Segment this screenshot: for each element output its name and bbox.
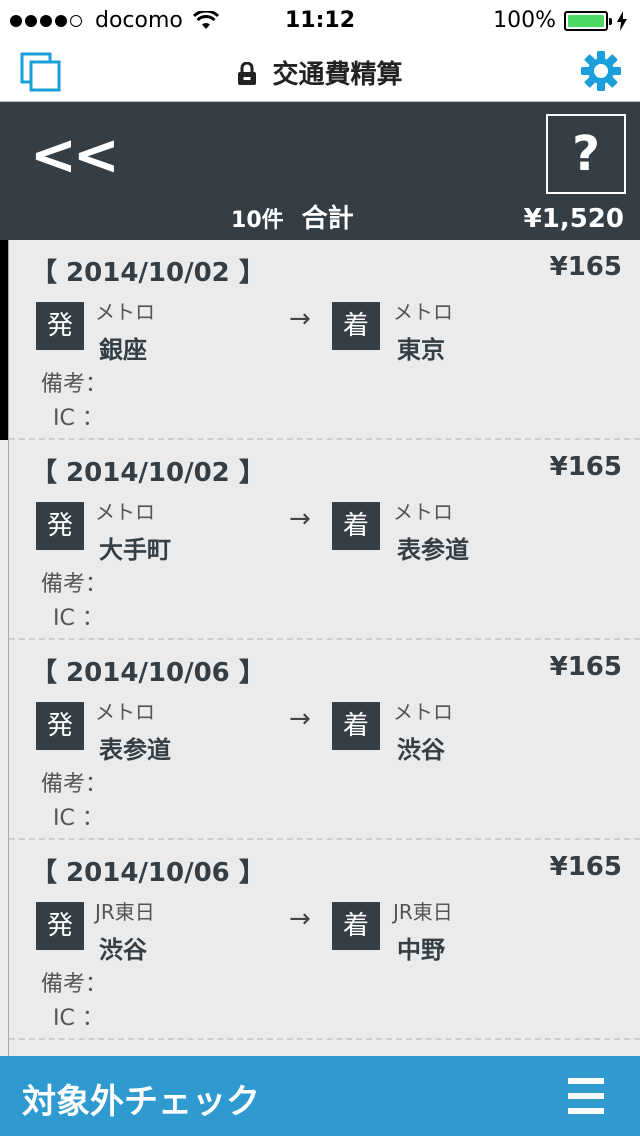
arrival-line: メトロ [393,300,453,324]
lock-icon [238,61,257,85]
departure-station: 大手町 [99,536,171,564]
ic-label: IC ： [53,1006,104,1031]
list-item[interactable]: 【 2014/10/02 】 ¥165 発 メトロ 銀座 → 着 メトロ 東京 … [9,240,640,440]
entry-date: 【 2014/10/06 】 [31,858,265,888]
entry-price: ¥165 [549,652,622,682]
departure-station: 渋谷 [99,936,147,964]
arrival-badge: 着 [332,302,380,350]
arrival-line: JR東日 [393,900,453,924]
arrow-icon: → [289,904,311,934]
departure-line: JR東日 [95,900,155,924]
memo-label: 備考： [41,572,108,597]
departure-station: 表参道 [99,736,171,764]
arrow-icon: → [289,304,311,334]
arrival-line: メトロ [393,500,453,524]
arrow-icon: → [289,704,311,734]
total-amount: ¥1,520 [523,204,624,234]
expense-list[interactable]: 【 2014/10/02 】 ¥165 発 メトロ 銀座 → 着 メトロ 東京 … [8,240,640,1056]
departure-badge: 発 [36,502,84,550]
entry-price: ¥165 [549,452,622,482]
ic-label: IC ： [53,806,104,831]
departure-station: 銀座 [99,336,147,364]
list-item[interactable]: 【 2014/10/06 】 ¥165 発 JR東日 渋谷 → 着 JR東日 中… [9,840,640,1040]
battery-info: 100% [493,8,628,33]
summary-header: << ? 10件 合計 ¥1,520 [0,102,640,240]
departure-badge: 発 [36,302,84,350]
entry-price: ¥165 [549,852,622,882]
entry-count: 10件 [231,208,284,233]
nav-bar: 交通費精算 [0,40,640,102]
ic-label: IC ： [53,606,104,631]
entry-date: 【 2014/10/02 】 [31,458,265,488]
page-title: 交通費精算 [0,54,640,91]
menu-icon[interactable] [568,1078,604,1114]
departure-line: メトロ [95,500,155,524]
departure-badge: 発 [36,702,84,750]
selected-row-marker [0,240,8,440]
help-button[interactable]: ? [546,114,626,194]
departure-badge: 発 [36,902,84,950]
arrival-badge: 着 [332,902,380,950]
entry-price: ¥165 [549,252,622,282]
arrival-badge: 着 [332,702,380,750]
departure-line: メトロ [95,700,155,724]
arrival-line: メトロ [393,700,453,724]
arrival-station: 渋谷 [397,736,445,764]
ic-label: IC ： [53,406,104,431]
charging-icon [617,10,627,31]
back-button[interactable]: << [30,128,120,184]
exclusion-check-bar[interactable]: 対象外チェック [0,1056,640,1136]
departure-line: メトロ [95,300,155,324]
battery-icon [564,10,612,31]
arrow-icon: → [289,504,311,534]
arrival-station: 表参道 [397,536,469,564]
exclusion-check-label: 対象外チェック [22,1082,260,1122]
memo-label: 備考： [41,972,108,997]
arrival-station: 東京 [397,336,445,364]
arrival-station: 中野 [397,936,445,964]
gear-icon[interactable] [580,50,622,92]
memo-label: 備考： [41,372,108,397]
list-item[interactable]: 【 2014/10/06 】 ¥165 発 メトロ 表参道 → 着 メトロ 渋谷… [9,640,640,840]
list-item[interactable]: 【 2014/10/02 】 ¥165 発 メトロ 大手町 → 着 メトロ 表参… [9,440,640,640]
memo-label: 備考： [41,772,108,797]
arrival-badge: 着 [332,502,380,550]
entry-date: 【 2014/10/02 】 [31,258,265,288]
battery-percent: 100% [493,8,556,33]
page-title-text: 交通費精算 [272,60,403,90]
summary-total-row: 10件 合計 ¥1,520 [231,198,624,235]
status-bar: docomo 11:12 100% [0,0,640,40]
total-label: 合計 [301,204,354,234]
entry-date: 【 2014/10/06 】 [31,658,265,688]
